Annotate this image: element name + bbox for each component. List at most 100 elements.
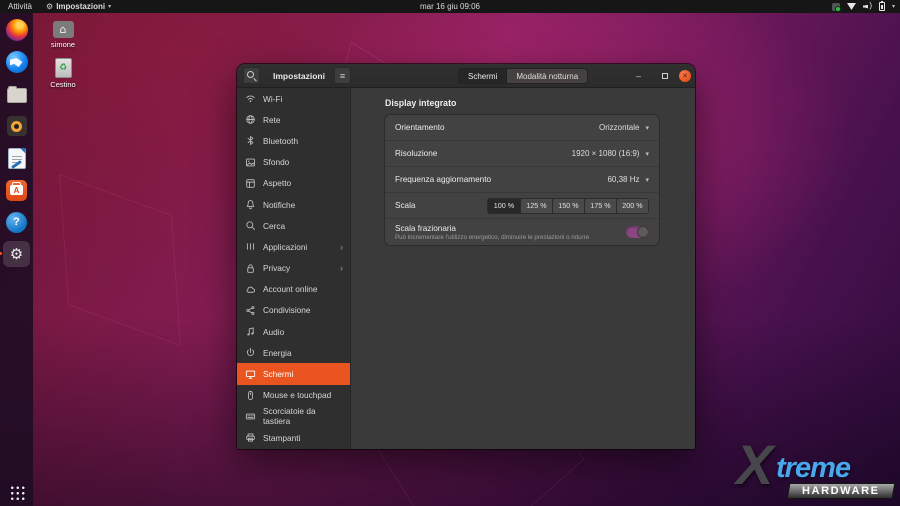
dock-item-settings[interactable] xyxy=(3,241,30,267)
sidebar-item-label: Notifiche xyxy=(263,200,295,210)
fractional-scaling-label: Scala frazionaria xyxy=(395,224,590,233)
sidebar-item-account-online[interactable]: Account online › xyxy=(237,279,350,300)
dock-item-rhythmbox[interactable] xyxy=(3,113,30,139)
header-bar: Impostazioni ≡ SchermiModalità notturna … xyxy=(237,64,695,88)
chevron-right-icon: › xyxy=(340,263,343,273)
sidebar-item-applicazioni[interactable]: Applicazioni › xyxy=(237,236,350,257)
scale-100-button[interactable]: 100 % xyxy=(488,199,520,213)
sidebar-item-energia[interactable]: Energia › xyxy=(237,342,350,363)
desktop-icon-home[interactable]: simone xyxy=(39,21,87,49)
top-bar: Attività ⚙ Impostazioni ▾ mar 16 giu 09:… xyxy=(0,0,900,13)
sidebar-item-bluetooth[interactable]: Bluetooth › xyxy=(237,130,350,151)
minimize-icon: – xyxy=(636,71,641,81)
minimize-button[interactable]: – xyxy=(631,68,646,83)
search-button[interactable] xyxy=(243,67,260,84)
sidebar-item-label: Energia xyxy=(263,348,292,358)
maximize-button[interactable] xyxy=(657,68,672,83)
settings-icon xyxy=(10,245,23,263)
orientation-row[interactable]: Orientamento Orizzontale ▾ xyxy=(385,115,659,141)
sidebar-item-label: Schermi xyxy=(263,369,293,379)
network-icon xyxy=(245,114,256,125)
close-icon: ✕ xyxy=(682,72,688,80)
sidebar-item-sfondo[interactable]: Sfondo › xyxy=(237,152,350,173)
system-tray[interactable]: ▾ xyxy=(832,0,895,13)
sidebar-item-label: Audio xyxy=(263,327,284,337)
sidebar-item-notifiche[interactable]: Notifiche › xyxy=(237,194,350,215)
scale-125-button[interactable]: 125 % xyxy=(520,199,552,213)
sidebar-item-aspetto[interactable]: Aspetto › xyxy=(237,173,350,194)
scale-175-button[interactable]: 175 % xyxy=(584,199,616,213)
section-title: Display integrato xyxy=(385,98,456,108)
dropdown-caret-icon: ▾ xyxy=(645,150,649,158)
resolution-row[interactable]: Risoluzione 1920 × 1080 (16:9) ▾ xyxy=(385,141,659,167)
sidebar-item-audio[interactable]: Audio › xyxy=(237,321,350,342)
sidebar-item-scorciatoie-tastiera[interactable]: Scorciatoie da tastiera › xyxy=(237,406,350,427)
close-button[interactable]: ✕ xyxy=(679,70,691,82)
caret-down-icon: ▾ xyxy=(892,3,895,10)
scale-row: Scala 100 %125 %150 %175 %200 % xyxy=(385,193,659,219)
scale-button-group: 100 %125 %150 %175 %200 % xyxy=(487,198,649,214)
battery-icon xyxy=(879,2,885,11)
background-icon xyxy=(245,157,256,168)
sidebar-item-label: Aspetto xyxy=(263,178,291,188)
sidebar-item-schermi[interactable]: Schermi › xyxy=(237,363,350,384)
wifi-icon xyxy=(847,3,856,10)
watermark-x: X xyxy=(736,432,773,497)
fractional-scaling-subtitle: Può incrementare l'utilizzo energetico, … xyxy=(395,234,590,241)
sidebar-item-privacy[interactable]: Privacy › xyxy=(237,258,350,279)
sidebar-item-cerca[interactable]: Cerca › xyxy=(237,215,350,236)
tab-modalita-notturna[interactable]: Modalità notturna xyxy=(506,69,587,83)
chevron-right-icon: › xyxy=(340,242,343,252)
sidebar-item-label: Scorciatoie da tastiera xyxy=(263,406,342,426)
dock-item-help[interactable] xyxy=(3,209,30,235)
desktop: Attività ⚙ Impostazioni ▾ mar 16 giu 09:… xyxy=(0,0,900,506)
sidebar-item-label: Applicazioni xyxy=(263,242,307,252)
appearance-icon xyxy=(245,178,256,189)
files-icon xyxy=(7,88,27,103)
watermark-treme: treme xyxy=(776,452,850,485)
bell-icon xyxy=(245,199,256,210)
clock[interactable]: mar 16 giu 09:06 xyxy=(0,2,900,11)
sidebar-item-rete[interactable]: Rete › xyxy=(237,109,350,130)
dock-item-files[interactable] xyxy=(3,81,30,107)
sidebar-item-label: Privacy xyxy=(263,263,290,273)
sidebar-item-label: Stampanti xyxy=(263,433,300,443)
rhythmbox-icon xyxy=(7,116,27,136)
orientation-value: Orizzontale xyxy=(599,123,639,132)
watermark-hardware-banner: HARDWARE xyxy=(787,483,896,499)
xtreme-hardware-watermark: X treme HARDWARE xyxy=(736,438,896,502)
dock-item-firefox[interactable] xyxy=(3,17,30,43)
search-icon xyxy=(245,220,256,231)
scale-150-button[interactable]: 150 % xyxy=(552,199,584,213)
show-applications-button[interactable] xyxy=(9,485,24,500)
power-icon xyxy=(245,347,256,358)
refresh-rate-row[interactable]: Frequenza aggiornamento 60,38 Hz ▾ xyxy=(385,167,659,193)
sidebar-item-condivisione[interactable]: Condivisione › xyxy=(237,300,350,321)
scale-200-button[interactable]: 200 % xyxy=(616,199,648,213)
toggle-knob xyxy=(637,226,650,239)
resolution-value: 1920 × 1080 (16:9) xyxy=(572,149,640,158)
help-icon xyxy=(6,212,27,233)
desktop-icon-trash[interactable]: Cestino xyxy=(39,58,87,89)
sidebar-item-wifi[interactable]: Wi-Fi › xyxy=(237,88,350,109)
sidebar-item-mouse-touchpad[interactable]: Mouse e touchpad › xyxy=(237,385,350,406)
dock-item-libreoffice-writer[interactable] xyxy=(3,145,30,171)
sidebar-item-stampanti[interactable]: Stampanti › xyxy=(237,427,350,448)
settings-window: Impostazioni ≡ SchermiModalità notturna … xyxy=(237,64,695,449)
updates-icon xyxy=(832,3,840,11)
libreoffice-writer-icon xyxy=(8,148,26,169)
menu-button[interactable]: ≡ xyxy=(334,67,351,84)
hamburger-icon: ≡ xyxy=(340,71,345,81)
dock-item-ubuntu-software[interactable] xyxy=(3,177,30,203)
display-settings-list: Orientamento Orizzontale ▾ Risoluzione 1… xyxy=(385,115,659,245)
home-folder-icon xyxy=(53,21,74,38)
orientation-label: Orientamento xyxy=(395,123,445,132)
dock-item-thunderbird[interactable] xyxy=(3,49,30,75)
header-tabs: SchermiModalità notturna xyxy=(458,68,588,84)
fractional-scaling-toggle[interactable] xyxy=(626,226,649,239)
settings-sidebar: Wi-Fi › Rete › Bluetooth › Sfondo › Aspe… xyxy=(237,88,351,449)
tab-schermi[interactable]: Schermi xyxy=(459,69,506,83)
printer-icon xyxy=(245,432,256,443)
sidebar-item-label: Sfondo xyxy=(263,157,289,167)
sidebar-item-label: Bluetooth xyxy=(263,136,298,146)
